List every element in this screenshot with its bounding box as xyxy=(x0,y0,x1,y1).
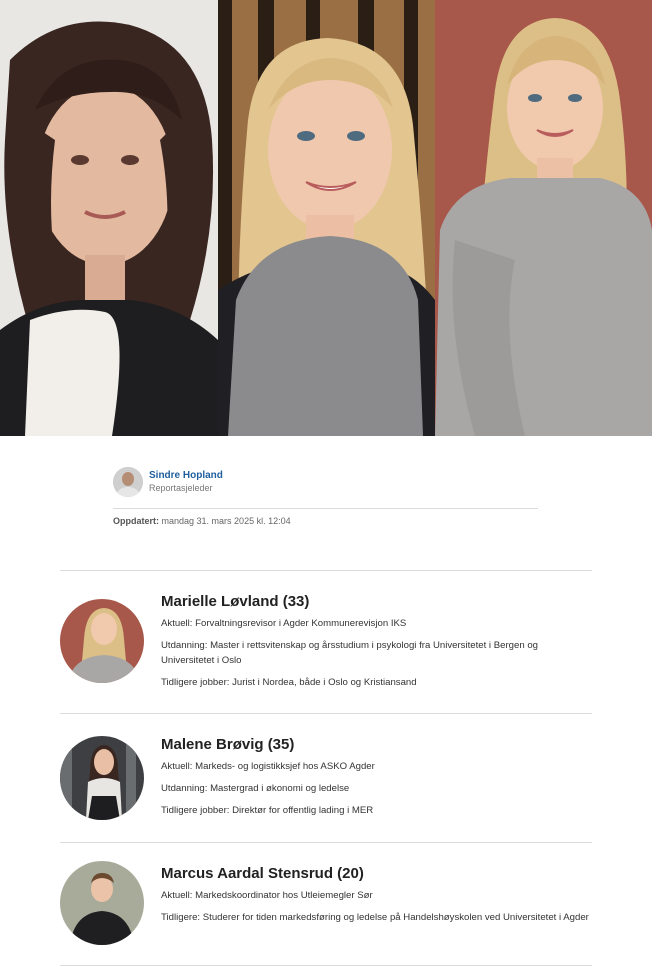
updated-label: Oppdatert: xyxy=(113,516,159,526)
author-role: Reportasjeleder xyxy=(149,483,213,493)
author-name-link[interactable]: Sindre Hopland xyxy=(149,470,223,482)
person-education: Utdanning: Mastergrad i økonomi og ledel… xyxy=(161,783,350,794)
person-name: Malene Brøvig (35) xyxy=(161,736,295,753)
hero-photo-middle xyxy=(218,0,435,436)
person-current-job: Aktuell: Markedskoordinator hos Utleieme… xyxy=(161,890,373,901)
hero-photo xyxy=(0,0,652,436)
person-name: Marielle Løvland (33) xyxy=(161,593,310,610)
hero-photo-left xyxy=(0,0,218,436)
person-photo xyxy=(60,599,144,683)
person-previous-jobs: Tidligere jobber: Direktør for offentlig… xyxy=(161,805,374,816)
author-info: Sindre Hopland Reportasjeleder xyxy=(149,470,223,494)
list-item: Marielle Løvland (33) Aktuell: Forvaltni… xyxy=(60,570,592,713)
updated-timestamp: Oppdatert: mandag 31. mars 2025 kl. 12:0… xyxy=(113,516,291,526)
list-item: Malene Brøvig (35) Aktuell: Markeds- og … xyxy=(60,713,592,842)
person-previous-jobs: Tidligere jobber: Jurist i Nordea, både … xyxy=(161,677,417,688)
person-list: Marielle Løvland (33) Aktuell: Forvaltni… xyxy=(60,570,592,966)
author-avatar[interactable] xyxy=(113,467,143,497)
byline: Sindre Hopland Reportasjeleder xyxy=(113,467,223,497)
hero-photo-right xyxy=(435,0,652,436)
person-current-job: Aktuell: Forvaltningsrevisor i Agder Kom… xyxy=(161,618,407,629)
person-photo xyxy=(60,736,144,820)
person-education: Utdanning: Master i rettsvitenskap og år… xyxy=(161,640,538,666)
person-current-job: Aktuell: Markeds- og logistikksjef hos A… xyxy=(161,761,375,772)
person-name: Marcus Aardal Stensrud (20) xyxy=(161,865,364,882)
byline-divider xyxy=(113,508,538,509)
updated-value: mandag 31. mars 2025 kl. 12:04 xyxy=(161,516,291,526)
person-previous-jobs: Tidligere: Studerer for tiden markedsfør… xyxy=(161,912,589,923)
list-item: Marcus Aardal Stensrud (20) Aktuell: Mar… xyxy=(60,842,592,966)
person-photo xyxy=(60,861,144,945)
